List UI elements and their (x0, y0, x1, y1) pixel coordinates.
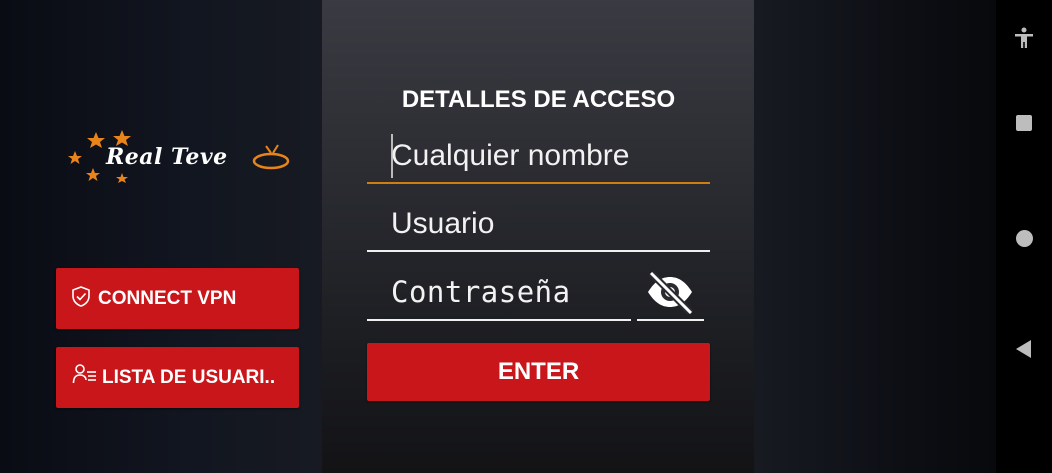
username-input[interactable]: Usuario (367, 200, 710, 252)
name-input[interactable]: Cualquier nombre (367, 130, 710, 184)
shield-check-icon (72, 285, 90, 307)
name-input-underline (367, 182, 710, 184)
password-input-underline (367, 319, 631, 321)
user-list-icon (72, 363, 96, 383)
password-input-placeholder: Contraseña (391, 275, 571, 309)
user-list-label: LISTA DE USUARI.. (102, 366, 276, 388)
eye-off-icon (648, 270, 694, 314)
connect-vpn-label: CONNECT VPN (98, 287, 237, 309)
home-button[interactable] (996, 227, 1052, 249)
username-input-placeholder: Usuario (391, 207, 495, 240)
form-title: DETALLES DE ACCESO (401, 86, 676, 113)
name-input-placeholder: Cualquier nombre (391, 139, 630, 172)
system-nav-bar (996, 0, 1052, 473)
password-visibility-toggle[interactable] (644, 268, 696, 316)
accessibility-icon (1015, 27, 1033, 48)
connect-vpn-button[interactable]: CONNECT VPN (56, 268, 299, 329)
recents-square-icon (1016, 115, 1032, 131)
brand-logo: Real Teve (66, 128, 296, 184)
back-button[interactable] (996, 338, 1052, 360)
home-circle-icon (1015, 229, 1033, 247)
enter-button[interactable]: ENTER (367, 343, 710, 401)
brand-name: Real Teve (106, 144, 228, 170)
username-input-underline (367, 250, 710, 252)
user-list-button[interactable]: LISTA DE USUARI.. (56, 347, 299, 408)
recents-button[interactable] (996, 112, 1052, 134)
accessibility-button[interactable] (996, 24, 1052, 52)
enter-button-label: ENTER (497, 358, 580, 385)
toggle-underline (637, 319, 704, 321)
right-panel (754, 0, 996, 473)
back-triangle-icon (1016, 340, 1031, 358)
